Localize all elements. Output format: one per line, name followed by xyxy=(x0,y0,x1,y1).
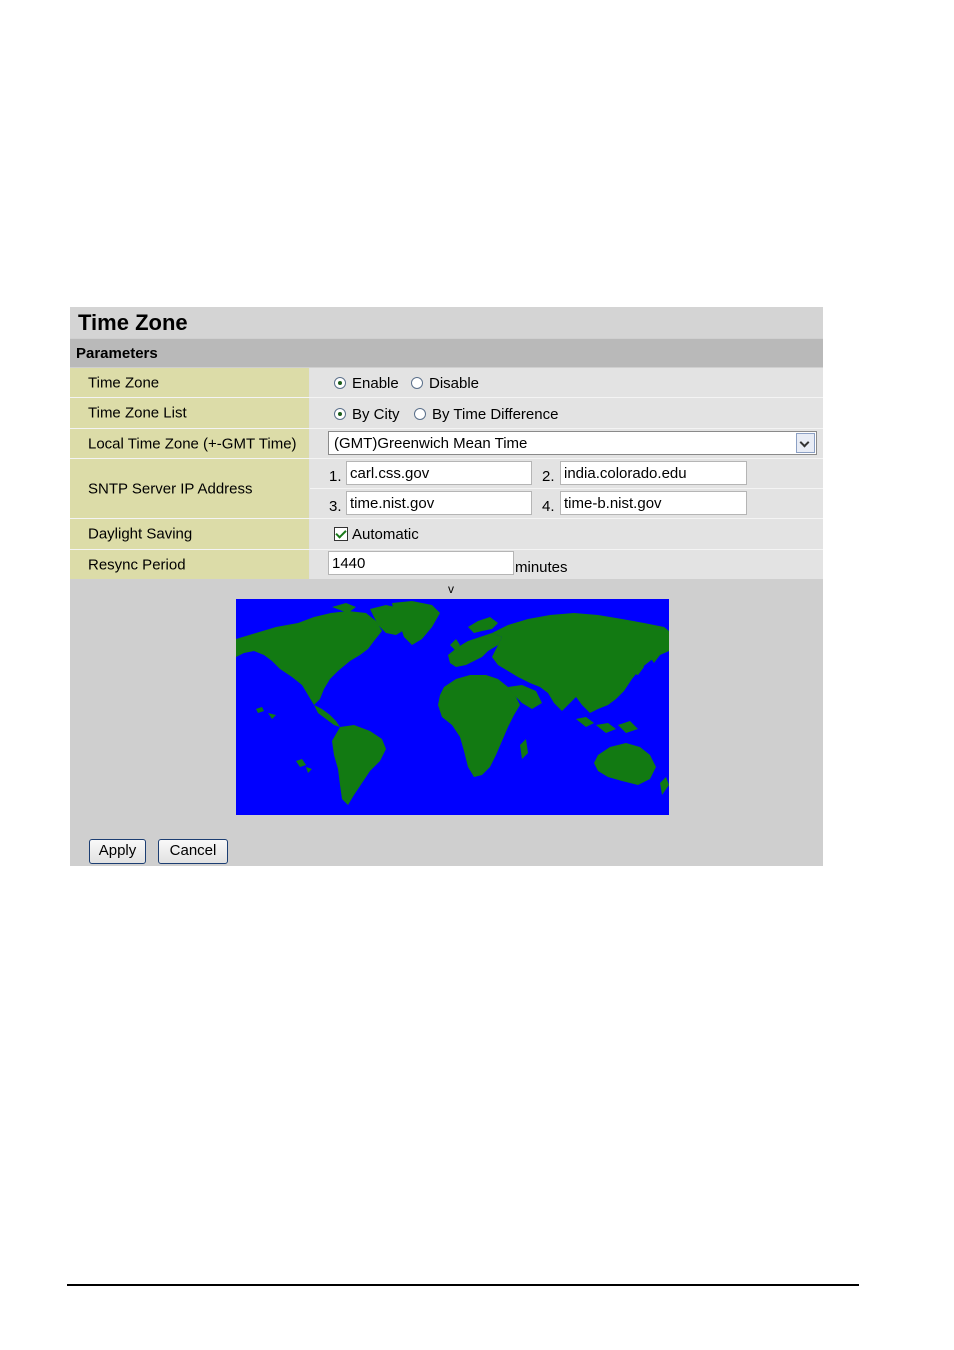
value-cell: 1440 minutes xyxy=(310,550,823,579)
by-time-difference-radio[interactable] xyxy=(414,408,426,420)
row-daylight-saving: Daylight Saving Automatic xyxy=(70,519,823,549)
value-cell: Automatic xyxy=(310,519,823,549)
world-map[interactable] xyxy=(236,599,669,815)
row-local-time-zone: Local Time Zone (+-GMT Time) (GMT)Greenw… xyxy=(70,429,823,458)
server-number: 2. xyxy=(542,468,555,485)
time-zone-marker: v xyxy=(448,582,454,596)
row-sntp-server: SNTP Server IP Address 1. carl.css.gov 2… xyxy=(70,459,823,518)
label-cell: Time Zone List xyxy=(70,398,309,428)
row-resync-period: Resync Period 1440 minutes xyxy=(70,550,823,579)
title-bar: Time Zone xyxy=(70,307,823,338)
daylight-saving-label: Daylight Saving xyxy=(88,525,193,543)
cancel-button[interactable]: Cancel xyxy=(158,839,228,864)
chevron-down-icon[interactable] xyxy=(796,433,815,453)
select-value: (GMT)Greenwich Mean Time xyxy=(334,435,528,452)
value-cell: Enable Disable xyxy=(310,368,823,397)
label-cell: Daylight Saving xyxy=(70,519,309,549)
server-number: 3. xyxy=(329,498,342,515)
map-area: v xyxy=(70,580,823,816)
resync-unit: minutes xyxy=(515,559,568,576)
resync-period-input[interactable]: 1440 xyxy=(328,551,514,575)
row-time-zone-list: Time Zone List By City By Time Differenc… xyxy=(70,398,823,428)
automatic-checkbox-label[interactable]: Automatic xyxy=(352,526,419,543)
sntp-server-1-input[interactable]: carl.css.gov xyxy=(346,461,532,485)
time-zone-panel: Time Zone Parameters Time Zone Enable Di… xyxy=(70,307,823,866)
local-time-zone-label: Local Time Zone (+-GMT Time) xyxy=(88,435,297,452)
value-cell: By City By Time Difference xyxy=(310,398,823,428)
divider xyxy=(310,488,823,489)
by-city-radio[interactable] xyxy=(334,408,346,420)
button-bar: Apply Cancel xyxy=(70,817,823,866)
resync-period-label: Resync Period xyxy=(88,556,186,573)
footer-divider xyxy=(67,1284,859,1286)
label-cell: Local Time Zone (+-GMT Time) xyxy=(70,429,309,458)
apply-button[interactable]: Apply xyxy=(89,839,146,864)
disable-radio[interactable] xyxy=(411,377,423,389)
label-cell: Time Zone xyxy=(70,368,309,397)
server-number: 1. xyxy=(329,468,342,485)
value-cell: (GMT)Greenwich Mean Time xyxy=(310,429,823,458)
row-time-zone: Time Zone Enable Disable xyxy=(70,368,823,397)
sntp-server-4-input[interactable]: time-b.nist.gov xyxy=(560,491,747,515)
by-time-difference-radio-label[interactable]: By Time Difference xyxy=(432,406,558,423)
by-city-radio-label[interactable]: By City xyxy=(352,406,400,423)
section-title: Parameters xyxy=(76,345,158,362)
local-time-zone-select[interactable]: (GMT)Greenwich Mean Time xyxy=(328,431,817,455)
time-zone-list-label: Time Zone List xyxy=(88,404,187,422)
value-cell: 1. carl.css.gov 2. india.colorado.edu 3.… xyxy=(310,459,823,518)
label-cell: SNTP Server IP Address xyxy=(70,459,309,518)
server-number: 4. xyxy=(542,498,555,515)
enable-radio[interactable] xyxy=(334,377,346,389)
automatic-checkbox[interactable] xyxy=(334,527,348,541)
sntp-server-label: SNTP Server IP Address xyxy=(88,480,253,497)
label-cell: Resync Period xyxy=(70,550,309,579)
disable-radio-label[interactable]: Disable xyxy=(429,375,479,392)
sntp-server-3-input[interactable]: time.nist.gov xyxy=(346,491,532,515)
page-title: Time Zone xyxy=(78,310,188,335)
sntp-server-2-input[interactable]: india.colorado.edu xyxy=(560,461,747,485)
enable-radio-label[interactable]: Enable xyxy=(352,375,399,392)
section-header: Parameters xyxy=(70,339,823,367)
time-zone-label: Time Zone xyxy=(88,374,160,391)
